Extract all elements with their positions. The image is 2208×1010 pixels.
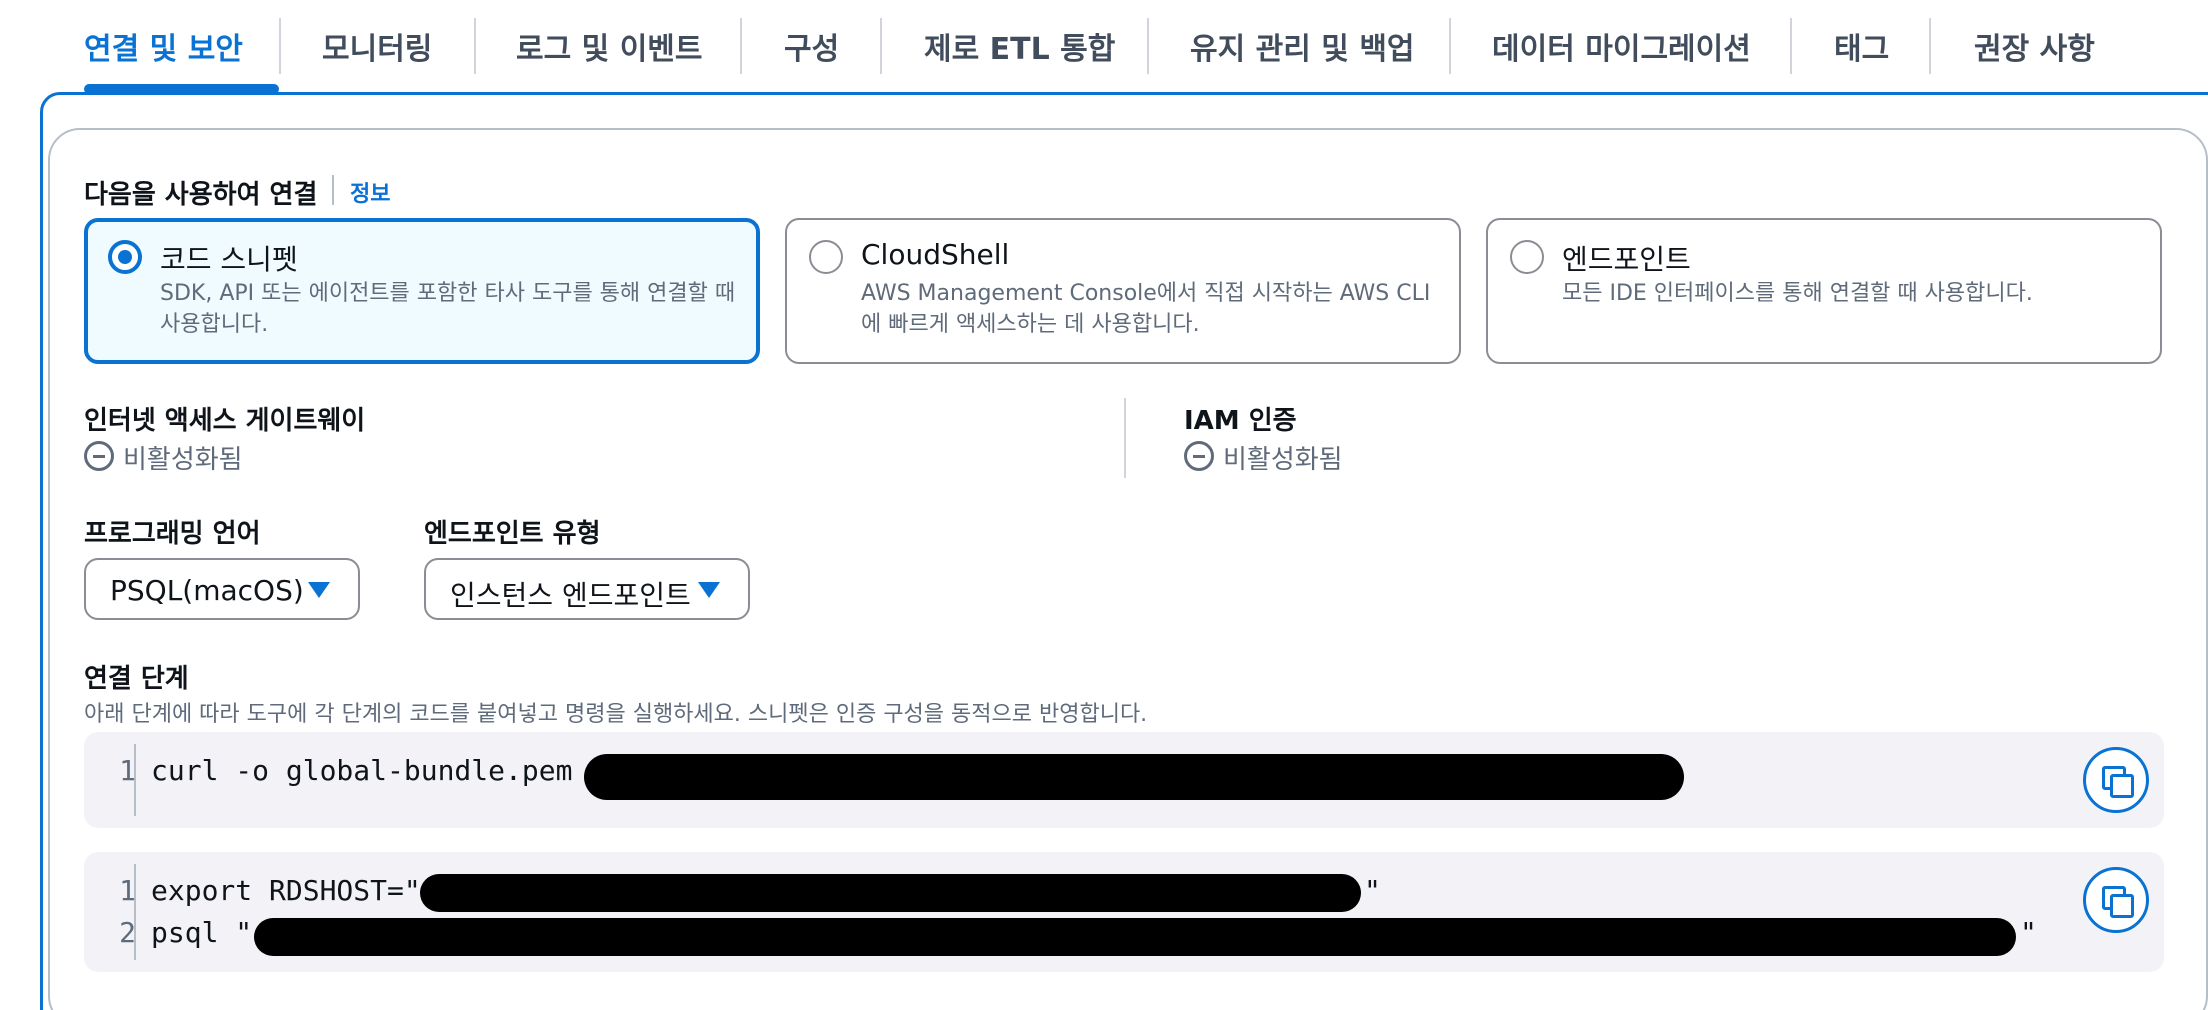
redacted-text <box>254 918 2016 956</box>
line-number: 2 <box>119 916 136 949</box>
disabled-status-icon <box>84 441 114 471</box>
column-divider <box>1124 398 1126 478</box>
option-title: CloudShell <box>861 238 1010 271</box>
caret-down-icon <box>308 582 330 598</box>
tab-data-migration[interactable]: 데이터 마이그레이션 <box>1492 24 1751 68</box>
internet-gateway-label: 인터넷 액세스 게이트웨이 <box>84 406 366 436</box>
option-code-snippet[interactable]: 코드 스니펫 SDK, API 또는 에이전트를 포함한 타사 도구를 통해 연… <box>84 218 760 364</box>
code-line-end: " <box>1364 874 1381 907</box>
programming-language-select[interactable]: PSQL(macOS) <box>84 558 360 620</box>
radio-unselected-icon[interactable] <box>809 240 843 274</box>
iam-auth-label: IAM 인증 <box>1184 406 1297 436</box>
tab-separator <box>1147 18 1149 74</box>
code-line: curl -o global-bundle.pem <box>151 754 590 787</box>
copy-button[interactable] <box>2083 867 2149 933</box>
tab-separator <box>740 18 742 74</box>
tab-configuration[interactable]: 구성 <box>784 24 839 68</box>
info-separator <box>332 175 334 205</box>
tab-tags[interactable]: 태그 <box>1834 24 1889 68</box>
option-title: 코드 스니펫 <box>160 243 298 276</box>
tab-separator <box>1449 18 1451 74</box>
programming-language-label: 프로그래밍 언어 <box>84 519 261 549</box>
select-value: 인스턴스 엔드포인트 <box>450 579 691 612</box>
option-description: SDK, API 또는 에이전트를 포함한 타사 도구를 통해 연결할 때 사용… <box>160 281 736 337</box>
redacted-text <box>420 874 1361 912</box>
option-title: 엔드포인트 <box>1562 243 1691 276</box>
tab-logs-events[interactable]: 로그 및 이벤트 <box>516 24 703 68</box>
tab-separator <box>1790 18 1792 74</box>
tab-maintenance-backup[interactable]: 유지 관리 및 백업 <box>1190 24 1415 68</box>
tab-bar: 연결 및 보안 모니터링 로그 및 이벤트 구성 제로 ETL 통합 유지 관리… <box>0 0 2208 94</box>
tab-zero-etl[interactable]: 제로 ETL 통합 <box>924 24 1115 68</box>
connection-steps-description: 아래 단계에 따라 도구에 각 단계의 코드를 붙여넣고 명령을 실행하세요. … <box>84 702 1148 727</box>
internet-gateway-status: 비활성화됨 <box>123 445 243 475</box>
option-cloudshell[interactable]: CloudShell AWS Management Console에서 직접 시… <box>785 218 1461 364</box>
endpoint-type-label: 엔드포인트 유형 <box>424 519 601 549</box>
tab-separator <box>1929 18 1931 74</box>
code-block-2: 1 2 export RDSHOST=" " psql " " <box>84 852 2164 972</box>
option-description: AWS Management Console에서 직접 시작하는 AWS CLI… <box>861 281 1431 337</box>
redacted-text <box>584 754 1684 800</box>
connect-using-label: 다음을 사용하여 연결 <box>84 180 318 210</box>
radio-unselected-icon[interactable] <box>1510 240 1544 274</box>
iam-auth-status: 비활성화됨 <box>1223 445 1343 475</box>
caret-down-icon <box>698 582 720 598</box>
code-block-1: 1 curl -o global-bundle.pem <box>84 732 2164 828</box>
info-link[interactable]: 정보 <box>350 176 390 208</box>
code-line: psql " <box>151 916 253 949</box>
line-number: 1 <box>119 874 136 907</box>
tab-separator <box>474 18 476 74</box>
connection-steps-label: 연결 단계 <box>84 664 189 694</box>
gutter-divider <box>134 864 136 960</box>
option-description: 모든 IDE 인터페이스를 통해 연결할 때 사용합니다. <box>1562 281 2033 306</box>
gutter-divider <box>134 744 136 816</box>
code-line: export RDSHOST=" <box>151 874 421 907</box>
tab-separator <box>880 18 882 74</box>
radio-selected-icon[interactable] <box>108 240 142 274</box>
tab-separator <box>279 18 281 74</box>
endpoint-type-select[interactable]: 인스턴스 엔드포인트 <box>424 558 750 620</box>
copy-button[interactable] <box>2083 747 2149 813</box>
select-value: PSQL(macOS) <box>110 574 304 607</box>
line-number: 1 <box>119 754 136 787</box>
option-endpoint[interactable]: 엔드포인트 모든 IDE 인터페이스를 통해 연결할 때 사용합니다. <box>1486 218 2162 364</box>
tab-connectivity-security[interactable]: 연결 및 보안 <box>84 24 243 68</box>
tab-recommendations[interactable]: 권장 사항 <box>1974 24 2095 68</box>
tab-monitoring[interactable]: 모니터링 <box>322 24 432 68</box>
code-line-end: " <box>2020 916 2037 949</box>
disabled-status-icon <box>1184 441 1214 471</box>
